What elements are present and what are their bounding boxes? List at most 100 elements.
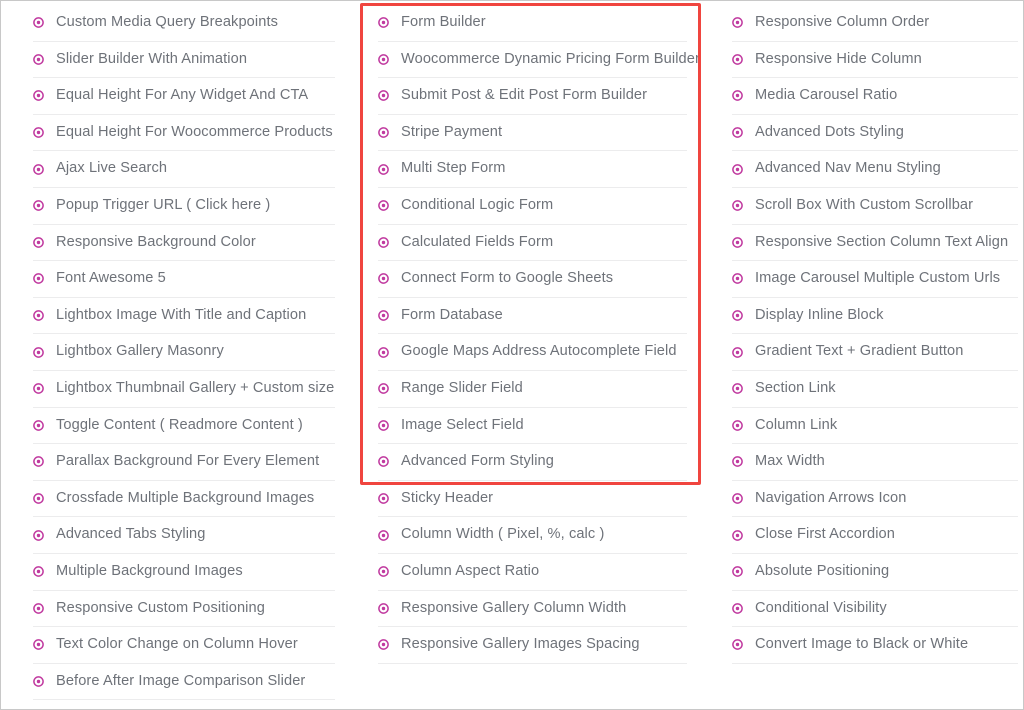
feature-label: Toggle Content ( Readmore Content ) <box>56 417 303 435</box>
feature-list-item[interactable]: Image Select Field <box>378 408 687 445</box>
target-dot-icon <box>33 530 44 541</box>
feature-list-item[interactable]: Stripe Payment <box>378 115 687 152</box>
target-dot-icon <box>33 347 44 358</box>
feature-list-item[interactable]: Equal Height For Any Widget And CTA <box>33 78 335 115</box>
feature-list-item[interactable]: Range Slider Field <box>378 371 687 408</box>
feature-list-item[interactable]: Multiple Background Images <box>33 554 335 591</box>
feature-list-item[interactable]: Media Carousel Ratio <box>732 78 1018 115</box>
feature-list-item[interactable]: Display Inline Block <box>732 298 1018 335</box>
feature-column-2: Form BuilderWoocommerce Dynamic Pricing … <box>357 1 711 664</box>
feature-list-item[interactable]: Toggle Content ( Readmore Content ) <box>33 408 335 445</box>
feature-list-item[interactable]: Lightbox Thumbnail Gallery + Custom size <box>33 371 335 408</box>
feature-list-item[interactable]: Connect Form to Google Sheets <box>378 261 687 298</box>
feature-list-item[interactable]: Gradient Text + Gradient Button <box>732 334 1018 371</box>
feature-list-item[interactable]: Font Awesome 5 <box>33 261 335 298</box>
feature-label: Advanced Form Styling <box>401 453 554 471</box>
feature-label: Responsive Section Column Text Align <box>755 234 1008 252</box>
feature-label: Popup Trigger URL ( Click here ) <box>56 197 270 215</box>
target-dot-icon <box>378 493 389 504</box>
feature-list-item[interactable]: Advanced Form Styling <box>378 444 687 481</box>
target-dot-icon <box>33 383 44 394</box>
feature-list-item[interactable]: Max Width <box>732 444 1018 481</box>
feature-list-item[interactable]: Submit Post & Edit Post Form Builder <box>378 78 687 115</box>
target-dot-icon <box>33 493 44 504</box>
feature-list-item[interactable]: Lightbox Image With Title and Caption <box>33 298 335 335</box>
feature-list-item[interactable]: Multi Step Form <box>378 151 687 188</box>
feature-list-item[interactable]: Slider Builder With Animation <box>33 42 335 79</box>
feature-list-item[interactable]: Responsive Column Order <box>732 5 1018 42</box>
feature-list-item[interactable]: Responsive Gallery Column Width <box>378 591 687 628</box>
feature-label: Section Link <box>755 380 836 398</box>
feature-list-item[interactable]: Image Carousel Multiple Custom Urls <box>732 261 1018 298</box>
feature-label: Lightbox Gallery Masonry <box>56 343 224 361</box>
feature-list-item[interactable]: Navigation Arrows Icon <box>732 481 1018 518</box>
feature-list-item[interactable]: Ajax Live Search <box>33 151 335 188</box>
feature-list-item[interactable]: Column Link <box>732 408 1018 445</box>
feature-label: Equal Height For Any Widget And CTA <box>56 87 308 105</box>
feature-label: Stripe Payment <box>401 124 502 142</box>
feature-label: Close First Accordion <box>755 526 895 544</box>
feature-list-item[interactable]: Advanced Dots Styling <box>732 115 1018 152</box>
target-dot-icon <box>378 420 389 431</box>
target-dot-icon <box>732 273 743 284</box>
feature-list-item[interactable]: Responsive Hide Column <box>732 42 1018 79</box>
target-dot-icon <box>732 127 743 138</box>
feature-column-1: Custom Media Query BreakpointsSlider Bui… <box>1 1 357 700</box>
feature-label: Before After Image Comparison Slider <box>56 673 305 691</box>
feature-label: Submit Post & Edit Post Form Builder <box>401 87 647 105</box>
feature-list-item[interactable]: Responsive Custom Positioning <box>33 591 335 628</box>
feature-list-item[interactable]: Scroll Box With Custom Scrollbar <box>732 188 1018 225</box>
feature-list-item[interactable]: Crossfade Multiple Background Images <box>33 481 335 518</box>
target-dot-icon <box>378 200 389 211</box>
feature-list-item[interactable]: Conditional Logic Form <box>378 188 687 225</box>
feature-list-item[interactable]: Responsive Section Column Text Align <box>732 225 1018 262</box>
feature-list-item[interactable]: Parallax Background For Every Element <box>33 444 335 481</box>
target-dot-icon <box>378 17 389 28</box>
feature-list-item[interactable]: Conditional Visibility <box>732 591 1018 628</box>
feature-list-item[interactable]: Form Builder <box>378 5 687 42</box>
feature-list-item[interactable]: Custom Media Query Breakpoints <box>33 5 335 42</box>
target-dot-icon <box>378 603 389 614</box>
feature-label: Text Color Change on Column Hover <box>56 636 298 654</box>
feature-label: Responsive Hide Column <box>755 51 922 69</box>
target-dot-icon <box>378 347 389 358</box>
feature-label: Range Slider Field <box>401 380 523 398</box>
feature-list-item[interactable]: Lightbox Gallery Masonry <box>33 334 335 371</box>
feature-columns-container: Custom Media Query BreakpointsSlider Bui… <box>1 1 1023 709</box>
feature-label: Advanced Tabs Styling <box>56 526 205 544</box>
feature-list-item[interactable]: Popup Trigger URL ( Click here ) <box>33 188 335 225</box>
feature-list-item[interactable]: Calculated Fields Form <box>378 225 687 262</box>
feature-list-item[interactable]: Section Link <box>732 371 1018 408</box>
feature-list-item[interactable]: Google Maps Address Autocomplete Field <box>378 334 687 371</box>
feature-list-item[interactable]: Advanced Nav Menu Styling <box>732 151 1018 188</box>
feature-label: Lightbox Thumbnail Gallery + Custom size <box>56 380 334 398</box>
feature-list-item[interactable]: Equal Height For Woocommerce Products <box>33 115 335 152</box>
target-dot-icon <box>33 237 44 248</box>
target-dot-icon <box>33 164 44 175</box>
target-dot-icon <box>732 420 743 431</box>
feature-list-item[interactable]: Convert Image to Black or White <box>732 627 1018 664</box>
target-dot-icon <box>378 566 389 577</box>
feature-list-item[interactable]: Close First Accordion <box>732 517 1018 554</box>
feature-label: Woocommerce Dynamic Pricing Form Builder <box>401 51 700 69</box>
feature-label: Multi Step Form <box>401 160 506 178</box>
feature-list-item[interactable]: Before After Image Comparison Slider <box>33 664 335 701</box>
feature-list-item[interactable]: Form Database <box>378 298 687 335</box>
target-dot-icon <box>33 603 44 614</box>
target-dot-icon <box>732 17 743 28</box>
feature-label: Font Awesome 5 <box>56 270 166 288</box>
feature-list-item[interactable]: Column Aspect Ratio <box>378 554 687 591</box>
target-dot-icon <box>378 127 389 138</box>
feature-label: Image Select Field <box>401 417 524 435</box>
feature-list-item[interactable]: Absolute Positioning <box>732 554 1018 591</box>
feature-list-item[interactable]: Woocommerce Dynamic Pricing Form Builder <box>378 42 687 79</box>
feature-list-item[interactable]: Advanced Tabs Styling <box>33 517 335 554</box>
feature-list-item[interactable]: Responsive Background Color <box>33 225 335 262</box>
feature-list-item[interactable]: Text Color Change on Column Hover <box>33 627 335 664</box>
feature-label: Column Aspect Ratio <box>401 563 539 581</box>
feature-list-item[interactable]: Responsive Gallery Images Spacing <box>378 627 687 664</box>
target-dot-icon <box>732 90 743 101</box>
feature-list-item[interactable]: Sticky Header <box>378 481 687 518</box>
target-dot-icon <box>732 639 743 650</box>
feature-list-item[interactable]: Column Width ( Pixel, %, calc ) <box>378 517 687 554</box>
